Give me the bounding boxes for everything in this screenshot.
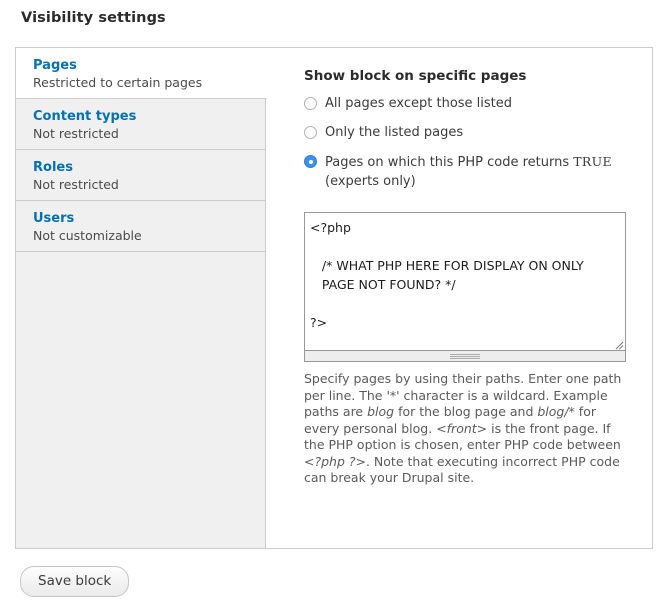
desc-em-blog: blog	[367, 404, 395, 419]
radio-circle-icon[interactable]	[304, 126, 317, 139]
vertical-tabs-list: Pages Restricted to certain pages Conten…	[16, 48, 267, 548]
tab-title: Pages	[33, 58, 77, 73]
radio-label: Only the listed pages	[325, 125, 464, 140]
radio-circle-icon[interactable]	[304, 97, 317, 110]
pane-legend: Show block on specific pages	[304, 68, 527, 84]
field-description: Specify pages by using their paths. Ente…	[304, 371, 626, 487]
textarea-grippie-handle[interactable]	[304, 351, 626, 362]
tab-summary: Restricted to certain pages	[33, 75, 203, 90]
radio-only-listed-pages[interactable]: Only the listed pages	[304, 123, 630, 142]
tab-title: Content types	[33, 109, 137, 124]
save-block-button[interactable]: Save block	[20, 566, 130, 597]
radio-label: Pages on which this PHP code returns TRU…	[325, 152, 612, 191]
desc-em-front: <front>	[436, 420, 488, 436]
radio-label-code: TRUE	[573, 154, 612, 169]
sidebar-item-users[interactable]: Users Not customizable	[16, 201, 265, 252]
visibility-settings-panel: Pages Restricted to certain pages Conten…	[15, 47, 653, 549]
php-code-field-wrapper: <?php /* WHAT PHP HERE FOR DISPLAY ON ON…	[304, 212, 626, 362]
radio-label-note: (experts only)	[325, 174, 416, 189]
php-code-textarea[interactable]: <?php /* WHAT PHP HERE FOR DISPLAY ON ON…	[304, 212, 626, 351]
tab-list-filler	[16, 252, 265, 548]
tab-summary: Not customizable	[33, 228, 142, 243]
desc-part-2: for the blog page and	[394, 404, 538, 419]
page-title: Visibility settings	[21, 10, 166, 26]
grippie-lines-icon	[450, 353, 480, 359]
desc-em-php-tags: <?php ?>	[304, 453, 366, 469]
tab-summary: Not restricted	[33, 126, 119, 141]
sidebar-item-pages[interactable]: Pages Restricted to certain pages	[16, 48, 267, 99]
php-code-textarea-box: <?php /* WHAT PHP HERE FOR DISPLAY ON ON…	[304, 212, 626, 351]
radio-all-pages-except-listed[interactable]: All pages except those listed	[304, 94, 630, 113]
radio-label-text: Pages on which this PHP code returns	[325, 155, 574, 170]
tab-summary: Not restricted	[33, 177, 119, 192]
tab-title: Users	[33, 211, 75, 226]
sidebar-item-roles[interactable]: Roles Not restricted	[16, 150, 265, 201]
sidebar-item-content-types[interactable]: Content types Not restricted	[16, 99, 265, 150]
radio-label: All pages except those listed	[325, 96, 513, 111]
tab-title: Roles	[33, 160, 73, 175]
radio-circle-selected-icon[interactable]	[304, 155, 317, 168]
desc-em-blog-wildcard: blog/*	[537, 404, 575, 419]
radio-php-code-returns-true[interactable]: Pages on which this PHP code returns TRU…	[304, 152, 630, 191]
pages-settings-pane: Show block on specific pages All pages e…	[266, 48, 652, 548]
